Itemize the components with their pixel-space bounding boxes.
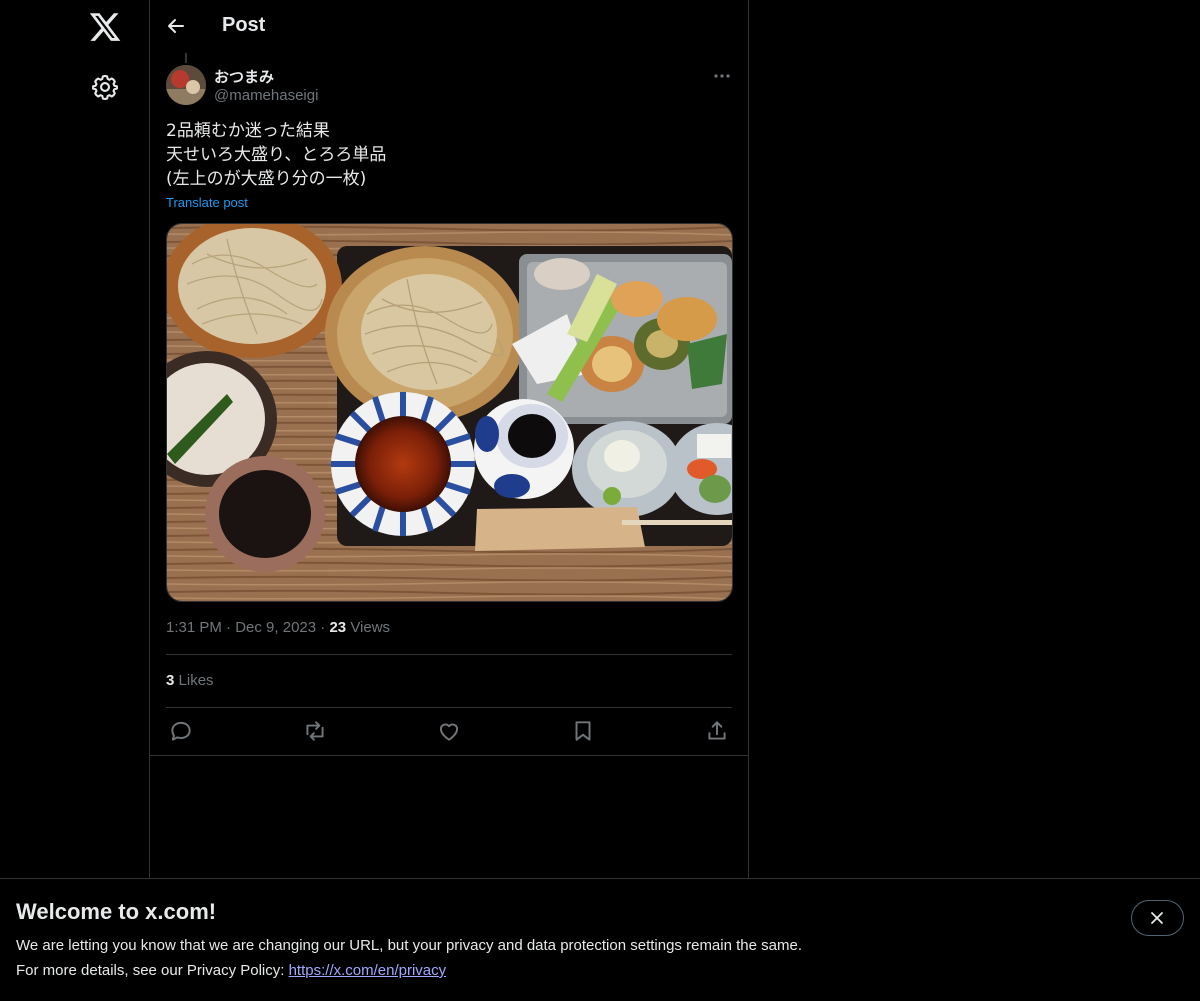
author-name[interactable]: おつまみ (214, 66, 274, 87)
post-text: 2品頼むか迷った結果 天せいろ大盛り、とろろ単品 (左上のが大盛り分の一枚) (166, 119, 726, 191)
banner-details-text: For more details, see our Privacy Policy… (16, 962, 289, 979)
action-bar (166, 718, 732, 744)
bookmark-icon[interactable] (570, 718, 596, 744)
banner-message: We are letting you know that we are chan… (16, 937, 802, 954)
url-change-banner: Welcome to x.com! We are letting you kno… (0, 878, 1200, 1001)
post-time[interactable]: 1:31 PM (166, 619, 222, 636)
post-text-line: 2品頼むか迷った結果 (166, 121, 330, 141)
views-label: Views (350, 619, 391, 636)
post-image[interactable] (166, 223, 733, 602)
likes-stat[interactable]: 3 Likes (166, 672, 214, 689)
post-column: Post おつまみ @mamehaseigi 2品頼むか迷った結果 天せいろ大盛… (150, 0, 749, 878)
post-header: Post (150, 0, 748, 53)
settings-gear-icon[interactable] (91, 73, 119, 101)
views-count: 23 (329, 619, 347, 636)
thread-connector (185, 53, 187, 63)
close-banner-button[interactable] (1131, 900, 1184, 936)
post-text-line: (左上のが大盛り分の一枚) (166, 169, 367, 189)
divider (150, 755, 748, 756)
x-logo-icon[interactable] (88, 10, 122, 44)
post-text-line: 天せいろ大盛り、とろろ単品 (166, 145, 387, 165)
likes-label: Likes (178, 672, 214, 689)
author-handle[interactable]: @mamehaseigi (214, 87, 318, 104)
reply-icon[interactable] (168, 718, 194, 744)
privacy-policy-link[interactable]: https://x.com/en/privacy (289, 962, 447, 979)
repost-icon[interactable] (302, 718, 328, 744)
likes-count: 3 (166, 672, 175, 689)
post-date[interactable]: Dec 9, 2023 (235, 619, 316, 636)
banner-details: For more details, see our Privacy Policy… (16, 962, 446, 979)
close-icon (1151, 912, 1163, 924)
translate-post-link[interactable]: Translate post (166, 195, 248, 210)
author-avatar[interactable] (166, 65, 206, 105)
divider (166, 654, 732, 655)
left-sidebar (0, 0, 150, 878)
meta-separator: · (226, 619, 236, 636)
divider (166, 707, 732, 708)
more-options-icon[interactable] (710, 64, 734, 88)
share-icon[interactable] (704, 718, 730, 744)
post-metadata: 1:31 PM · Dec 9, 2023 · 23 Views (166, 619, 390, 636)
banner-title: Welcome to x.com! (16, 899, 217, 924)
back-arrow-icon[interactable] (164, 14, 188, 38)
page-title: Post (222, 14, 266, 36)
like-heart-icon[interactable] (436, 718, 462, 744)
